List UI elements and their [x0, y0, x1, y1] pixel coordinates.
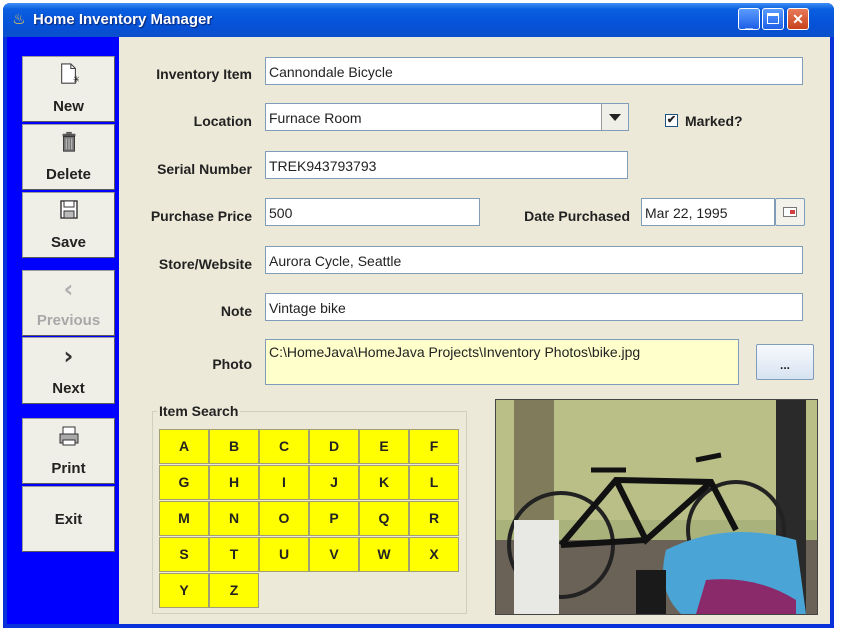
browse-photo-button[interactable]: ...	[756, 344, 814, 380]
inventory-item-label: Inventory Item	[156, 66, 252, 82]
purchase-price-label: Purchase Price	[150, 208, 252, 224]
next-button[interactable]: › Next	[22, 337, 115, 404]
svg-text:✳: ✳	[72, 74, 78, 85]
close-button[interactable]: ✕	[787, 8, 809, 30]
letter-button-p[interactable]: P	[309, 501, 359, 536]
title-bar[interactable]: ♨ Home Inventory Manager _ ✕	[3, 3, 834, 37]
save-label: Save	[50, 234, 87, 251]
letter-button-j[interactable]: J	[309, 465, 359, 500]
new-button[interactable]: ✳ New	[22, 56, 115, 122]
delete-button[interactable]: Delete	[22, 124, 115, 190]
checkmark-icon: ✔	[666, 114, 677, 126]
letter-button-c[interactable]: C	[259, 429, 309, 464]
letter-button-t[interactable]: T	[209, 537, 259, 572]
minimize-icon: _	[745, 14, 753, 30]
next-chevron-icon: ›	[63, 342, 74, 370]
letter-button-u[interactable]: U	[259, 537, 309, 572]
new-document-icon: ✳	[60, 63, 79, 85]
letter-button-f[interactable]: F	[409, 429, 459, 464]
exit-label: Exit	[54, 511, 83, 528]
location-dropdown-button[interactable]	[601, 104, 628, 130]
minimize-button[interactable]: _	[738, 8, 760, 30]
next-label: Next	[52, 380, 85, 397]
letter-button-l[interactable]: L	[409, 465, 459, 500]
maximize-icon	[767, 13, 779, 24]
browse-label: ...	[779, 358, 790, 372]
letter-button-e[interactable]: E	[359, 429, 409, 464]
trash-icon	[62, 131, 75, 152]
new-label: New	[53, 98, 84, 115]
letter-button-k[interactable]: K	[359, 465, 409, 500]
letter-button-g[interactable]: G	[159, 465, 209, 500]
photo-label: Photo	[212, 356, 252, 372]
app-window: ♨ Home Inventory Manager _ ✕ ✳ New	[3, 3, 834, 628]
letter-button-v[interactable]: V	[309, 537, 359, 572]
floppy-disk-icon	[59, 200, 78, 219]
serial-number-label: Serial Number	[157, 161, 252, 177]
letter-button-n[interactable]: N	[209, 501, 259, 536]
letter-button-h[interactable]: H	[209, 465, 259, 500]
bicycle-photo-icon	[496, 400, 817, 614]
toolbar: ✳ New Delete Save	[7, 37, 119, 624]
location-combo[interactable]: Furnace Room	[265, 103, 629, 131]
note-label: Note	[220, 303, 252, 319]
letter-button-b[interactable]: B	[209, 429, 259, 464]
print-button[interactable]: Print	[22, 418, 115, 484]
letter-button-q[interactable]: Q	[359, 501, 409, 536]
item-photo	[495, 399, 818, 615]
letter-button-s[interactable]: S	[159, 537, 209, 572]
marked-checkbox[interactable]: ✔	[665, 114, 678, 127]
photo-path-field: C:\HomeJava\HomeJava Projects\Inventory …	[265, 339, 739, 385]
java-cup-icon: ♨	[12, 11, 26, 28]
marked-label: Marked?	[685, 113, 743, 129]
item-search-title: Item Search	[157, 403, 241, 419]
form-panel: Inventory Item Cannondale Bicycle Locati…	[119, 37, 830, 624]
chevron-down-icon	[609, 114, 621, 121]
calendar-button[interactable]	[775, 198, 805, 226]
store-website-label: Store/Website	[158, 256, 252, 272]
letter-button-a[interactable]: A	[159, 429, 209, 464]
previous-label: Previous	[36, 312, 101, 329]
store-website-field[interactable]: Aurora Cycle, Seattle	[265, 246, 803, 274]
note-field[interactable]: Vintage bike	[265, 293, 803, 321]
letter-button-y[interactable]: Y	[159, 573, 209, 608]
location-label: Location	[193, 113, 252, 129]
location-value: Furnace Room	[269, 110, 362, 126]
previous-chevron-icon: ‹	[63, 275, 74, 303]
delete-label: Delete	[45, 166, 92, 183]
letter-button-z[interactable]: Z	[209, 573, 259, 608]
letter-button-i[interactable]: I	[259, 465, 309, 500]
print-label: Print	[51, 460, 86, 477]
inventory-item-field[interactable]: Cannondale Bicycle	[265, 57, 803, 85]
printer-icon	[59, 426, 78, 446]
letter-button-d[interactable]: D	[309, 429, 359, 464]
client-area: ✳ New Delete Save	[7, 37, 830, 624]
serial-number-field[interactable]: TREK943793793	[265, 151, 628, 179]
letter-button-m[interactable]: M	[159, 501, 209, 536]
calendar-icon	[783, 207, 797, 217]
save-button[interactable]: Save	[22, 192, 115, 258]
purchase-price-field[interactable]: 500	[265, 198, 480, 226]
previous-button[interactable]: ‹ Previous	[22, 270, 115, 336]
date-purchased-label: Date Purchased	[524, 208, 630, 224]
letter-button-w[interactable]: W	[359, 537, 409, 572]
letter-button-x[interactable]: X	[409, 537, 459, 572]
maximize-button[interactable]	[762, 8, 784, 30]
letter-button-r[interactable]: R	[409, 501, 459, 536]
letter-button-o[interactable]: O	[259, 501, 309, 536]
window-title: Home Inventory Manager	[33, 11, 213, 28]
exit-button[interactable]: Exit	[22, 486, 115, 552]
date-purchased-field[interactable]: Mar 22, 1995	[641, 198, 775, 226]
close-icon: ✕	[792, 11, 804, 27]
